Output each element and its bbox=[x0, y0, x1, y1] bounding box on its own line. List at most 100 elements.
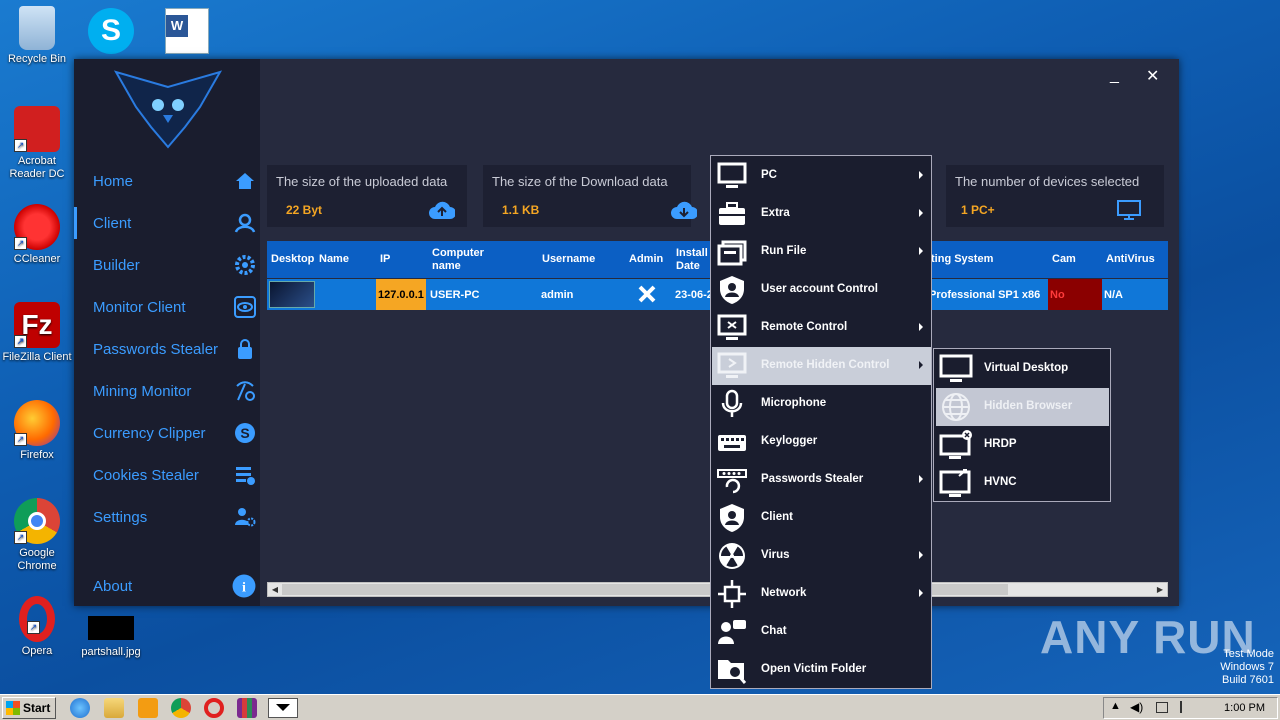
submenu-item-hidden-browser[interactable]: Hidden Browser bbox=[936, 388, 1109, 426]
column-header-name[interactable]: Name bbox=[319, 241, 349, 278]
submenu-arrow-icon bbox=[919, 247, 923, 255]
menu-item-label: User account Control bbox=[761, 283, 878, 295]
column-header-ip[interactable]: IP bbox=[380, 241, 390, 278]
clock[interactable]: 1:00 PM bbox=[1224, 702, 1265, 714]
skype-icon[interactable]: S bbox=[88, 8, 134, 54]
menu-item-run-file[interactable]: Run File bbox=[712, 233, 931, 271]
column-header-admin[interactable]: Admin bbox=[629, 241, 663, 278]
nav-about[interactable]: About i bbox=[74, 566, 260, 606]
close-button[interactable]: ✕ bbox=[1146, 66, 1159, 86]
nav-settings[interactable]: Settings bbox=[74, 497, 260, 537]
card-title: The number of devices selected bbox=[955, 174, 1140, 189]
submenu-arrow-icon bbox=[919, 209, 923, 217]
nav-home[interactable]: Home bbox=[74, 161, 260, 201]
menu-item-pc[interactable]: PC bbox=[712, 157, 931, 195]
minimize-button[interactable]: _ bbox=[1110, 67, 1119, 85]
keyboard-icon bbox=[718, 435, 746, 451]
menu-item-passwords-stealer[interactable]: Passwords Stealer bbox=[712, 461, 931, 499]
scroll-left-icon[interactable]: ◀ bbox=[268, 583, 282, 596]
column-header-antivirus[interactable]: AntiVirus bbox=[1106, 241, 1155, 278]
cell-computer-name: USER-PC bbox=[430, 288, 480, 301]
menu-item-network[interactable]: Network bbox=[712, 575, 931, 613]
nav-label: Passwords Stealer bbox=[93, 340, 219, 358]
nav-monitor-client[interactable]: Monitor Client bbox=[74, 287, 260, 327]
media-player-icon[interactable] bbox=[138, 698, 158, 718]
hrdp-icon bbox=[939, 430, 972, 459]
column-header-desktop[interactable]: Desktop bbox=[271, 241, 315, 278]
client-context-menu: PC Extra Run File User account Control R… bbox=[710, 155, 932, 689]
menu-item-remote-control[interactable]: Remote Control bbox=[712, 309, 931, 347]
nav-currency-clipper[interactable]: Currency Clipper S bbox=[74, 413, 260, 453]
menu-item-remote-hidden-control[interactable]: Remote Hidden Control bbox=[712, 347, 931, 385]
gear-icon bbox=[235, 255, 255, 275]
desktop-icon-recycle-bin[interactable]: Recycle Bin bbox=[0, 6, 74, 66]
nav-mining-monitor[interactable]: Mining Monitor bbox=[74, 371, 260, 411]
remote-hidden-icon bbox=[717, 352, 747, 378]
globe-icon bbox=[942, 393, 970, 421]
column-header-computer-name[interactable]: Computer name bbox=[432, 241, 502, 278]
desktop-icon-acrobat[interactable]: ↗ Acrobat Reader DC bbox=[0, 106, 74, 181]
archive-app-icon[interactable] bbox=[237, 698, 257, 718]
column-header-operating-system[interactable]: ting System bbox=[931, 241, 993, 278]
menu-item-keylogger[interactable]: Keylogger bbox=[712, 423, 931, 461]
tray-chevron-up-icon[interactable]: ▲ bbox=[1110, 700, 1121, 712]
cell-cam: No bbox=[1048, 279, 1102, 310]
opera-taskbar-icon[interactable] bbox=[204, 698, 224, 718]
menu-item-label: Client bbox=[761, 511, 793, 523]
chat-icon bbox=[718, 620, 746, 644]
column-header-cam[interactable]: Cam bbox=[1052, 241, 1076, 278]
nav-cookies-stealer[interactable]: Cookies Stealer bbox=[74, 455, 260, 495]
menu-item-microphone[interactable]: Microphone bbox=[712, 385, 931, 423]
submenu-item-virtual-desktop[interactable]: Virtual Desktop bbox=[936, 350, 1109, 388]
column-header-username[interactable]: Username bbox=[542, 241, 595, 278]
start-button[interactable]: Start bbox=[2, 697, 56, 719]
volume-icon[interactable]: ◀) bbox=[1130, 700, 1143, 714]
remote-hidden-control-submenu: Virtual Desktop Hidden Browser HRDP HVNC bbox=[933, 348, 1111, 502]
nav-builder[interactable]: Builder bbox=[74, 245, 260, 285]
menu-item-chat[interactable]: Chat bbox=[712, 613, 931, 651]
download-size-card: The size of the Download data 1.1 KB bbox=[483, 165, 697, 227]
submenu-item-label: HRDP bbox=[984, 438, 1017, 450]
menu-item-label: PC bbox=[761, 169, 777, 181]
chrome-taskbar-icon[interactable] bbox=[171, 698, 191, 718]
desktop-icon-opera[interactable]: ↗ Opera bbox=[0, 596, 74, 658]
desktop-icon-filezilla[interactable]: Fz ↗ FileZilla Client bbox=[0, 302, 74, 364]
submenu-item-hrdp[interactable]: HRDP bbox=[936, 426, 1109, 464]
word-document-icon[interactable]: W bbox=[165, 8, 209, 54]
home-icon bbox=[236, 173, 254, 189]
file-explorer-icon[interactable] bbox=[104, 698, 124, 718]
desktop-icon-ccleaner[interactable]: ↗ CCleaner bbox=[0, 204, 74, 266]
test-mode-line: Build 7601 bbox=[1222, 674, 1274, 686]
desktop-icon-chrome[interactable]: ↗ Google Chrome bbox=[0, 498, 74, 573]
desktop-icon-firefox[interactable]: ↗ Firefox bbox=[0, 400, 74, 462]
submenu-arrow-icon bbox=[919, 323, 923, 331]
flag-icon[interactable] bbox=[1180, 701, 1190, 713]
card-title: The size of the Download data bbox=[492, 174, 668, 189]
nav-label: Cookies Stealer bbox=[93, 466, 199, 484]
menu-item-client[interactable]: Client bbox=[712, 499, 931, 537]
network-tray-icon[interactable] bbox=[1156, 702, 1168, 713]
windows-logo-icon bbox=[6, 701, 20, 715]
app-taskbar-button[interactable] bbox=[268, 698, 298, 718]
menu-item-user-account-control[interactable]: User account Control bbox=[712, 271, 931, 309]
filezilla-icon: Fz ↗ bbox=[14, 302, 60, 348]
menu-item-virus[interactable]: Virus bbox=[712, 537, 931, 575]
submenu-item-hvnc[interactable]: HVNC bbox=[936, 464, 1109, 502]
internet-explorer-icon[interactable] bbox=[70, 698, 90, 718]
chrome-icon: ↗ bbox=[14, 498, 60, 544]
desktop-icon-image-file[interactable]: partshall.jpg bbox=[74, 614, 148, 659]
desktop-icon-label: FileZilla Client bbox=[2, 351, 72, 363]
pickaxe-icon bbox=[236, 381, 255, 401]
menu-item-label: Remote Control bbox=[761, 321, 848, 333]
monitor-icon bbox=[1117, 200, 1141, 220]
menu-item-open-victim-folder[interactable]: Open Victim Folder bbox=[712, 651, 931, 689]
hvnc-icon bbox=[939, 469, 971, 497]
monitor-icon bbox=[939, 354, 973, 382]
scroll-right-icon[interactable]: ▶ bbox=[1153, 583, 1167, 596]
nav-passwords-stealer[interactable]: Passwords Stealer bbox=[74, 329, 260, 369]
column-header-install-date[interactable]: Install Date bbox=[676, 241, 712, 278]
desktop-icon-label: Firefox bbox=[20, 449, 54, 461]
ccleaner-icon: ↗ bbox=[14, 204, 60, 250]
menu-item-extra[interactable]: Extra bbox=[712, 195, 931, 233]
nav-client[interactable]: Client bbox=[74, 203, 260, 243]
